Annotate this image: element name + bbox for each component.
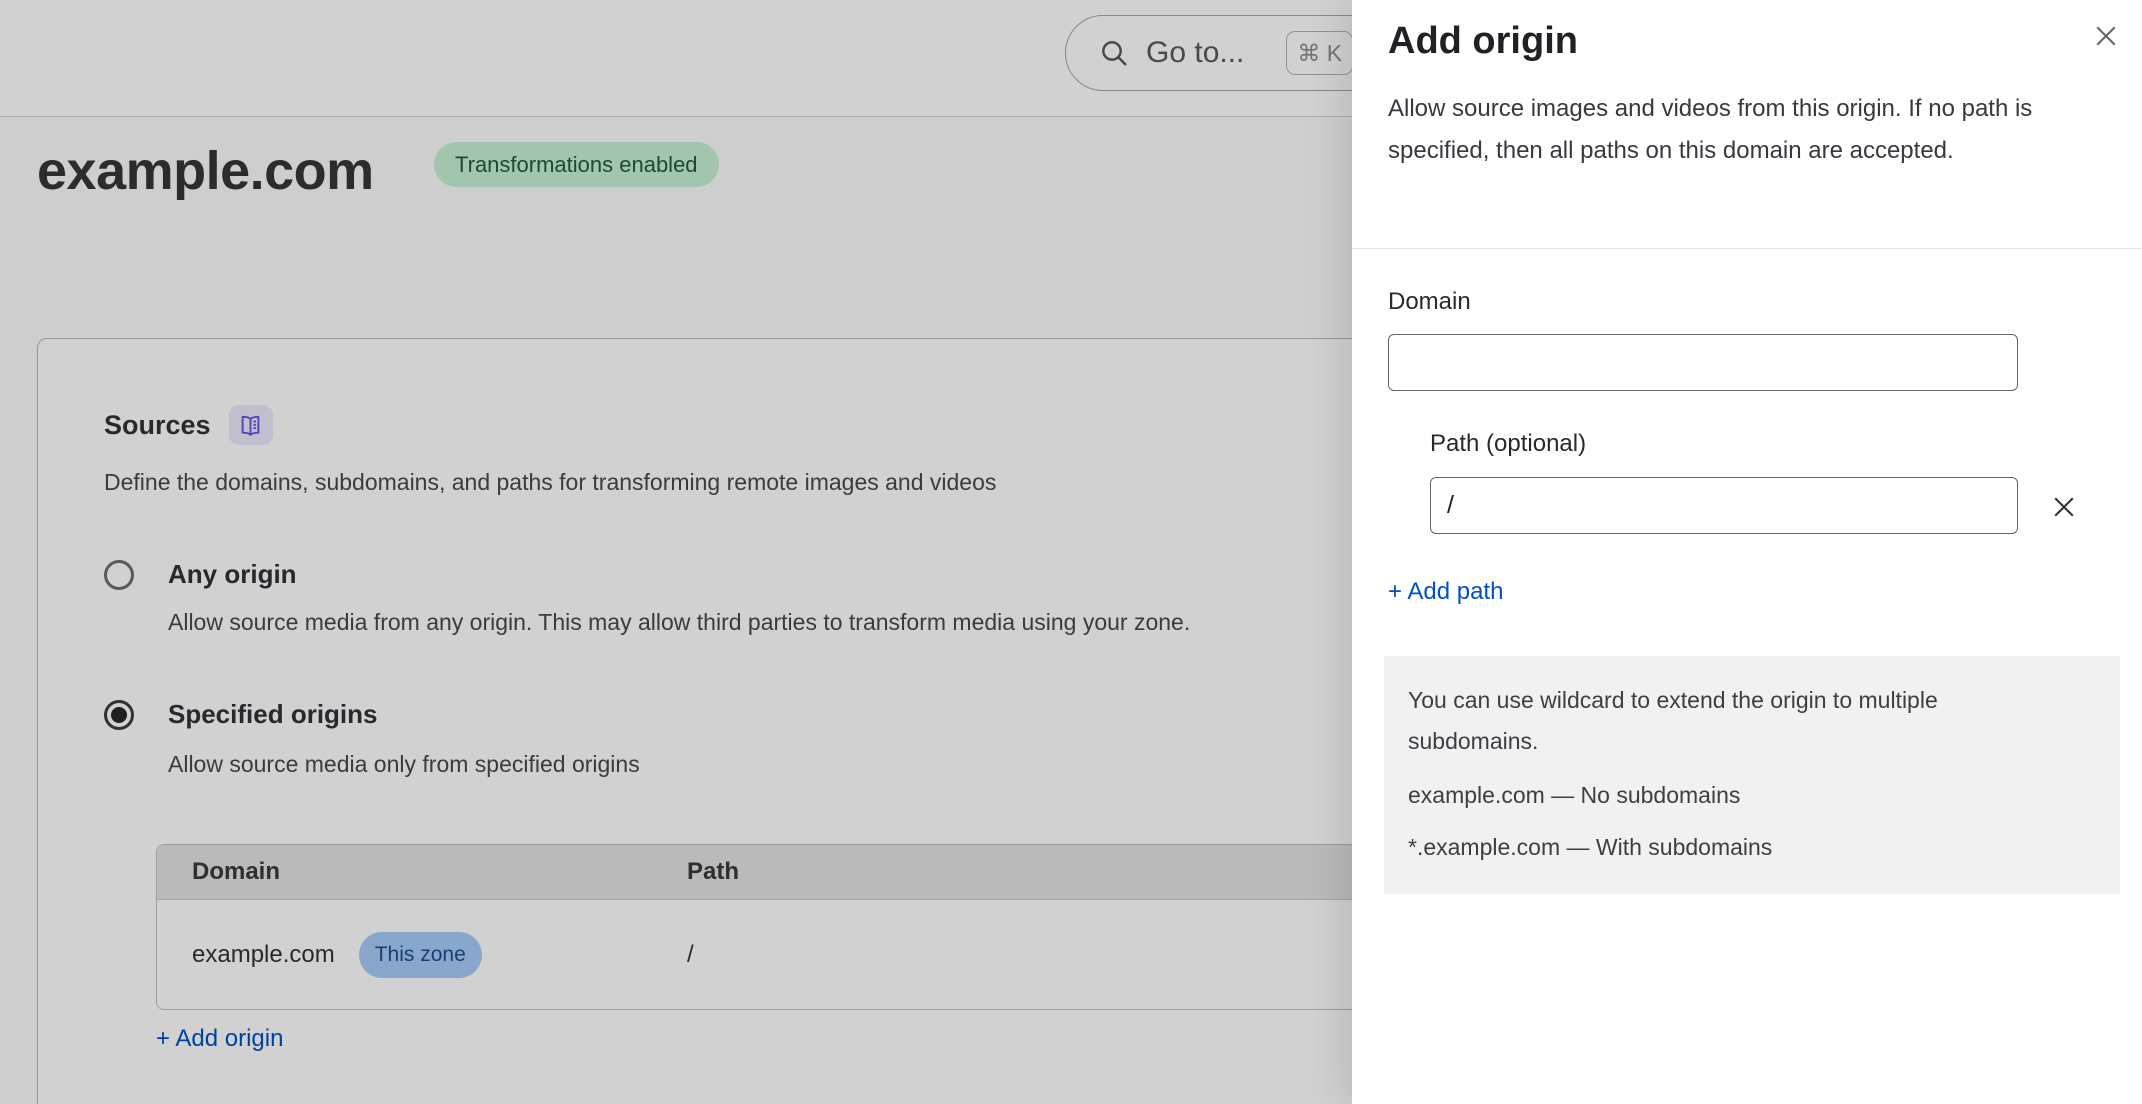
domain-field-label: Domain — [1388, 288, 1471, 316]
modal-overlay[interactable] — [0, 0, 1352, 1104]
wildcard-note: You can use wildcard to extend the origi… — [1408, 680, 2028, 762]
divider — [1352, 248, 2142, 249]
path-input[interactable] — [1430, 477, 2018, 534]
clear-icon — [2049, 492, 2079, 522]
remove-path-button[interactable] — [2046, 489, 2082, 525]
drawer-description: Allow source images and videos from this… — [1388, 88, 2050, 172]
close-icon — [2091, 21, 2121, 51]
add-path-link[interactable]: + Add path — [1388, 578, 1503, 606]
wildcard-info-box: You can use wildcard to extend the origi… — [1384, 656, 2120, 894]
no-subdomains-example: example.com — No subdomains — [1408, 775, 2096, 816]
add-origin-drawer: Add origin Allow source images and video… — [1352, 0, 2142, 1104]
drawer-title: Add origin — [1388, 20, 1578, 63]
close-button[interactable] — [2084, 14, 2128, 58]
with-subdomains-example: *.example.com — With subdomains — [1408, 827, 2096, 868]
app: Go to... ⌘ K example.com Transformations… — [0, 0, 2142, 1104]
domain-input[interactable] — [1388, 334, 2018, 391]
path-field-label: Path (optional) — [1430, 430, 1586, 458]
